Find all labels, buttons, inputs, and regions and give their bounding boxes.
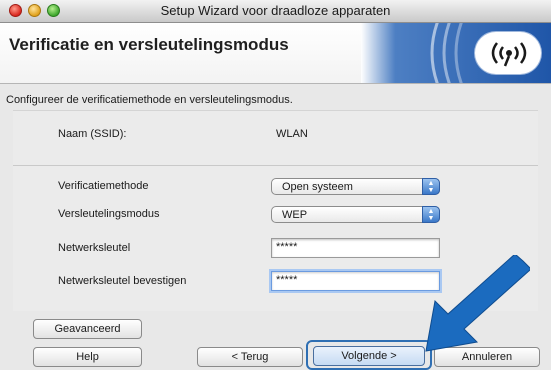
next-button[interactable]: Volgende > [313, 346, 425, 366]
brand-banner [361, 23, 551, 83]
encryption-mode-label: Versleutelingsmodus [58, 208, 160, 220]
setup-wizard-window: Setup Wizard voor draadloze apparaten Ve… [0, 0, 551, 370]
wifi-signal-icon [475, 32, 541, 74]
ssid-value: WLAN [276, 128, 308, 140]
pointer-arrow-icon [425, 255, 530, 352]
advanced-button[interactable]: Geavanceerd [33, 319, 142, 339]
help-button[interactable]: Help [33, 347, 142, 367]
page-title: Verificatie en versleutelingsmodus [9, 35, 289, 54]
up-down-arrows-icon: ▲ ▼ [422, 178, 440, 195]
divider [13, 165, 538, 166]
window-title: Setup Wizard voor draadloze apparaten [160, 3, 391, 18]
wizard-header: Verificatie en versleutelingsmodus [0, 23, 551, 84]
back-button[interactable]: < Terug [197, 347, 303, 367]
ssid-label: Naam (SSID): [58, 128, 127, 140]
auth-method-value: Open systeem [282, 181, 353, 193]
auth-method-select[interactable]: Open systeem ▲ ▼ [271, 178, 440, 195]
confirm-key-field[interactable]: ***** [271, 271, 440, 291]
network-key-field[interactable]: ***** [271, 238, 440, 258]
network-key-label: Netwerksleutel [58, 242, 131, 254]
auth-method-label: Verificatiemethode [58, 180, 149, 192]
instruction-text: Configureer de verificatiemethode en ver… [6, 94, 293, 106]
encryption-mode-value: WEP [282, 209, 308, 221]
confirm-key-label: Netwerksleutel bevestigen [58, 275, 187, 287]
title-bar[interactable]: Setup Wizard voor draadloze apparaten [0, 0, 551, 23]
encryption-mode-select[interactable]: WEP ▲ ▼ [271, 206, 440, 223]
up-down-arrows-icon: ▲ ▼ [422, 206, 440, 223]
